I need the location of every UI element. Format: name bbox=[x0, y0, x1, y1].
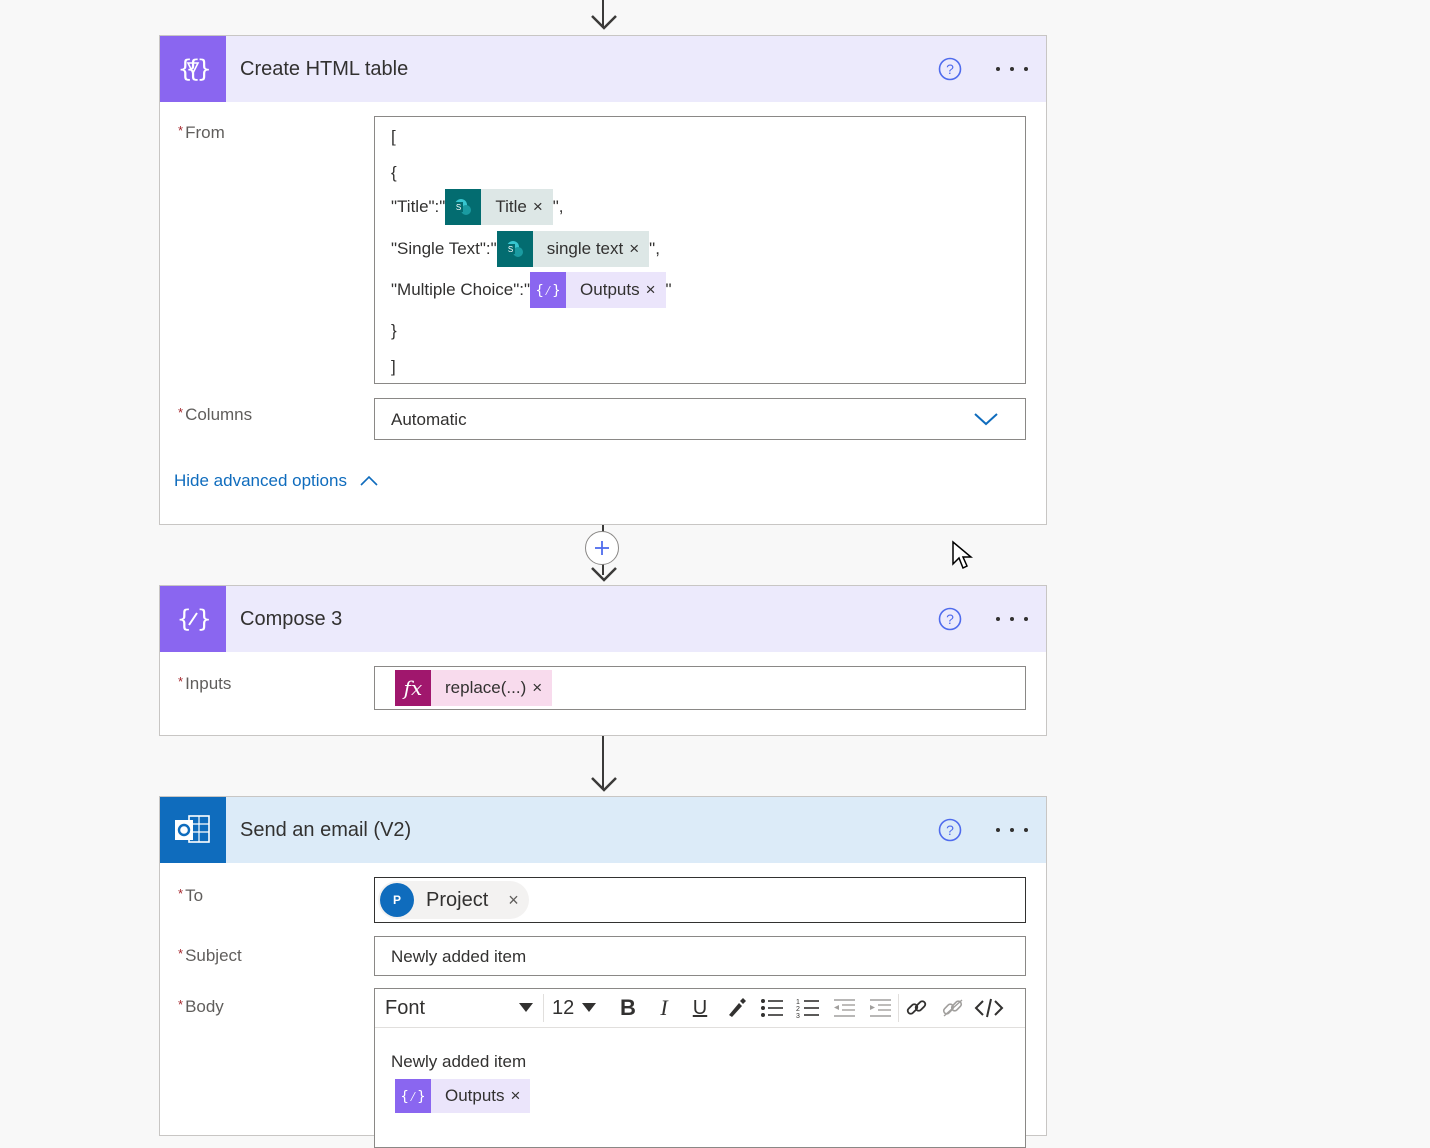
compose-icon: {⁄} bbox=[530, 272, 567, 308]
subject-label: * Subject bbox=[178, 946, 242, 965]
code-line: { bbox=[391, 163, 397, 182]
numbered-list-icon[interactable]: 123 bbox=[790, 993, 826, 1023]
avatar: P bbox=[380, 883, 414, 917]
svg-text:}: } bbox=[197, 55, 211, 83]
arrow-down-icon bbox=[591, 15, 617, 30]
create-html-table-card: {{} Create HTML table ? * From [ { "Title… bbox=[159, 35, 1047, 525]
columns-label: * Columns bbox=[178, 405, 253, 424]
sharepoint-icon: S bbox=[496, 231, 533, 267]
remove-token-icon[interactable]: × bbox=[629, 239, 649, 259]
more-options-icon[interactable] bbox=[996, 617, 1028, 623]
chevron-down-icon bbox=[974, 413, 998, 426]
italic-button[interactable]: I bbox=[646, 993, 682, 1023]
sharepoint-icon: S bbox=[445, 189, 482, 225]
svg-text:?: ? bbox=[946, 61, 954, 77]
dynamic-token-single-text[interactable]: S single text × bbox=[496, 231, 650, 267]
remove-link-icon[interactable] bbox=[935, 993, 971, 1023]
expression-token[interactable]: fx replace(...) × bbox=[395, 670, 553, 706]
code-view-icon[interactable] bbox=[971, 993, 1007, 1023]
svg-text:{⁄}: {⁄} bbox=[537, 283, 559, 299]
compose-icon: {} bbox=[160, 586, 226, 652]
bullet-list-icon[interactable] bbox=[754, 993, 790, 1023]
caret-down-icon bbox=[582, 1003, 597, 1012]
insert-link-icon[interactable] bbox=[899, 993, 935, 1023]
inputs-label: * Inputs bbox=[178, 674, 232, 693]
font-family-select[interactable]: Font bbox=[375, 997, 543, 1020]
code-line: "Title":" S Title × ", bbox=[391, 189, 564, 225]
decrease-indent-icon[interactable] bbox=[826, 993, 862, 1023]
dynamic-token-outputs[interactable]: {⁄} Outputs × bbox=[530, 272, 666, 308]
remove-token-icon[interactable]: × bbox=[646, 280, 666, 300]
code-line: ] bbox=[391, 357, 396, 376]
rich-text-toolbar: Font 12 B I U 123 bbox=[375, 989, 1025, 1028]
svg-text:?: ? bbox=[946, 822, 954, 838]
to-label: * To bbox=[178, 886, 204, 905]
remove-token-icon[interactable]: × bbox=[511, 1086, 531, 1106]
svg-text:1: 1 bbox=[796, 999, 800, 1006]
remove-recipient-icon[interactable]: × bbox=[508, 890, 519, 911]
inputs-field[interactable]: fx replace(...) × bbox=[374, 666, 1026, 710]
dynamic-token-title[interactable]: S Title × bbox=[445, 189, 553, 225]
more-options-icon[interactable] bbox=[996, 67, 1028, 73]
arrow-down-icon bbox=[591, 777, 617, 792]
function-icon: fx bbox=[395, 670, 431, 706]
font-size-select[interactable]: 12 bbox=[544, 997, 610, 1020]
card-title: Create HTML table bbox=[240, 57, 409, 80]
bold-button[interactable]: B bbox=[610, 993, 646, 1023]
card-header[interactable]: {{} Create HTML table ? bbox=[160, 36, 1046, 102]
more-options-icon[interactable] bbox=[996, 828, 1028, 834]
compose-icon: {⁄} bbox=[395, 1079, 431, 1113]
card-title: Send an email (V2) bbox=[240, 818, 412, 841]
highlight-pen-icon[interactable] bbox=[718, 993, 754, 1023]
hide-advanced-options-link[interactable]: Hide advanced options bbox=[174, 471, 379, 491]
chevron-up-icon bbox=[360, 475, 378, 486]
plus-icon bbox=[595, 541, 609, 555]
add-step-button[interactable] bbox=[585, 531, 619, 565]
arrow-down-icon bbox=[591, 567, 617, 582]
body-editor[interactable]: Font 12 B I U 123 Newly added item {⁄} O bbox=[374, 988, 1026, 1148]
help-icon[interactable]: ? bbox=[938, 818, 962, 842]
recipient-persona[interactable]: P Project × bbox=[378, 881, 529, 919]
outlook-icon bbox=[160, 797, 226, 863]
svg-text:?: ? bbox=[946, 611, 954, 627]
to-field[interactable]: P Project × bbox=[374, 877, 1026, 923]
code-line: [ bbox=[391, 127, 396, 146]
card-header[interactable]: Send an email (V2) ? bbox=[160, 797, 1046, 863]
help-icon[interactable]: ? bbox=[938, 607, 962, 631]
code-line: "Single Text":" S single text × ", bbox=[391, 231, 660, 267]
body-label: * Body bbox=[178, 997, 224, 1016]
body-text: Newly added item bbox=[391, 1052, 527, 1071]
data-operation-icon: {{} bbox=[160, 36, 226, 102]
mouse-cursor-icon bbox=[952, 540, 973, 570]
svg-text:{⁄}: {⁄} bbox=[402, 1089, 424, 1105]
svg-text:}: } bbox=[197, 605, 211, 633]
from-editor[interactable]: [ { "Title":" S Title × ", "Single Text"… bbox=[374, 116, 1026, 384]
dynamic-token-outputs[interactable]: {⁄} Outputs × bbox=[395, 1079, 531, 1113]
svg-text:3: 3 bbox=[796, 1013, 800, 1019]
remove-token-icon[interactable]: × bbox=[532, 678, 552, 698]
code-line: } bbox=[391, 321, 397, 340]
svg-text:{: { bbox=[177, 605, 191, 633]
svg-text:S: S bbox=[508, 245, 513, 254]
subject-field[interactable]: Newly added item bbox=[374, 936, 1026, 976]
compose-3-card: {} Compose 3 ? * Inputs fx replace(...) × bbox=[159, 585, 1047, 736]
underline-button[interactable]: U bbox=[682, 993, 718, 1023]
remove-token-icon[interactable]: × bbox=[533, 197, 553, 217]
columns-dropdown[interactable]: Automatic bbox=[374, 398, 1026, 440]
code-line: "Multiple Choice":" {⁄} Outputs × " bbox=[391, 272, 672, 308]
card-title: Compose 3 bbox=[240, 607, 343, 630]
svg-text:S: S bbox=[456, 203, 461, 212]
help-icon[interactable]: ? bbox=[938, 57, 962, 81]
increase-indent-icon[interactable] bbox=[862, 993, 898, 1023]
card-header[interactable]: {} Compose 3 ? bbox=[160, 586, 1046, 652]
from-label: * From bbox=[178, 123, 225, 142]
caret-down-icon bbox=[519, 1003, 533, 1012]
svg-text:2: 2 bbox=[796, 1006, 800, 1013]
send-email-card: Send an email (V2) ? * To P Project × * Su… bbox=[159, 796, 1047, 1148]
